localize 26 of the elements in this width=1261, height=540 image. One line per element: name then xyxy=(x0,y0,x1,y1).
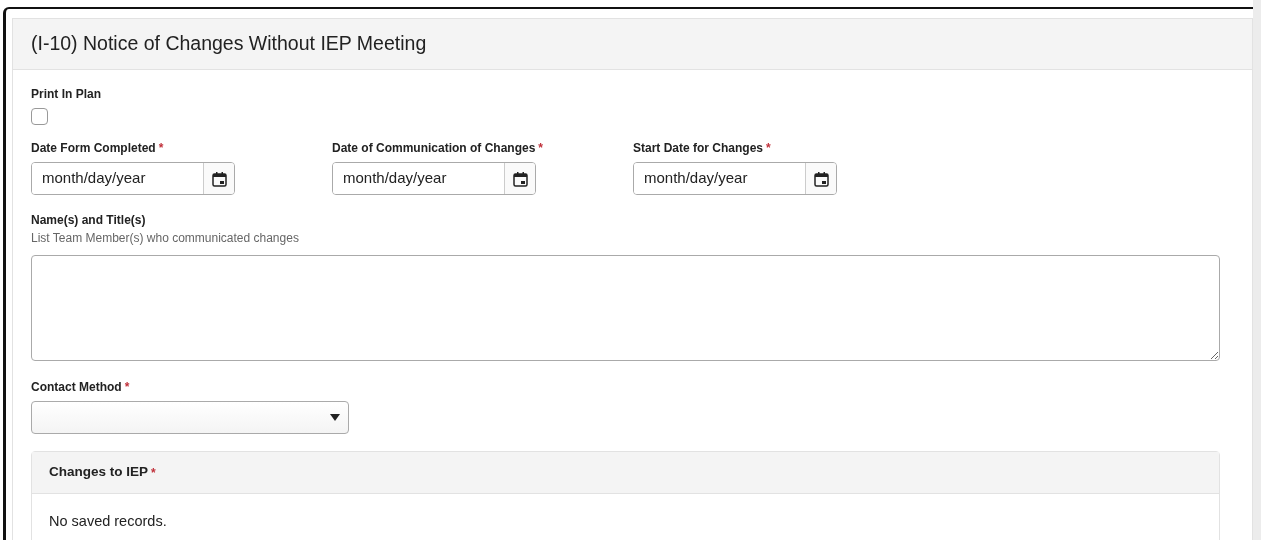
field-label: Contact Method xyxy=(31,379,122,396)
form-title: (I-10) Notice of Changes Without IEP Meeting xyxy=(31,31,427,57)
empty-message: No saved records. xyxy=(48,512,168,531)
required-asterisk: * xyxy=(124,379,130,396)
calendar-icon xyxy=(512,170,528,187)
field-label: Start Date for Changes xyxy=(633,140,764,157)
dropdown-caret-icon xyxy=(330,414,340,421)
date-field[interactable]: month/day/year xyxy=(332,162,536,195)
field-label: Date of Communication of Changes xyxy=(332,140,536,157)
calendar-icon xyxy=(813,170,829,187)
hint-text: List Team Member(s) who communicated changes xyxy=(31,230,300,247)
field-label: Print In Plan xyxy=(31,86,101,103)
calendar-button[interactable] xyxy=(504,163,535,194)
date-field[interactable]: month/day/year xyxy=(633,162,837,195)
required-asterisk: * xyxy=(538,140,543,157)
date-field[interactable]: month/day/year xyxy=(31,162,235,195)
checkbox[interactable] xyxy=(31,108,48,125)
section-title: Changes to IEP xyxy=(49,463,148,482)
required-asterisk: * xyxy=(151,464,156,482)
field-label: Name(s) and Title(s) xyxy=(31,212,146,229)
field-label: Date Form Completed xyxy=(31,140,156,157)
calendar-button[interactable] xyxy=(203,163,234,194)
required-asterisk: * xyxy=(766,140,771,157)
calendar-button[interactable] xyxy=(805,163,836,194)
calendar-icon xyxy=(211,170,227,187)
required-asterisk: * xyxy=(158,140,164,157)
